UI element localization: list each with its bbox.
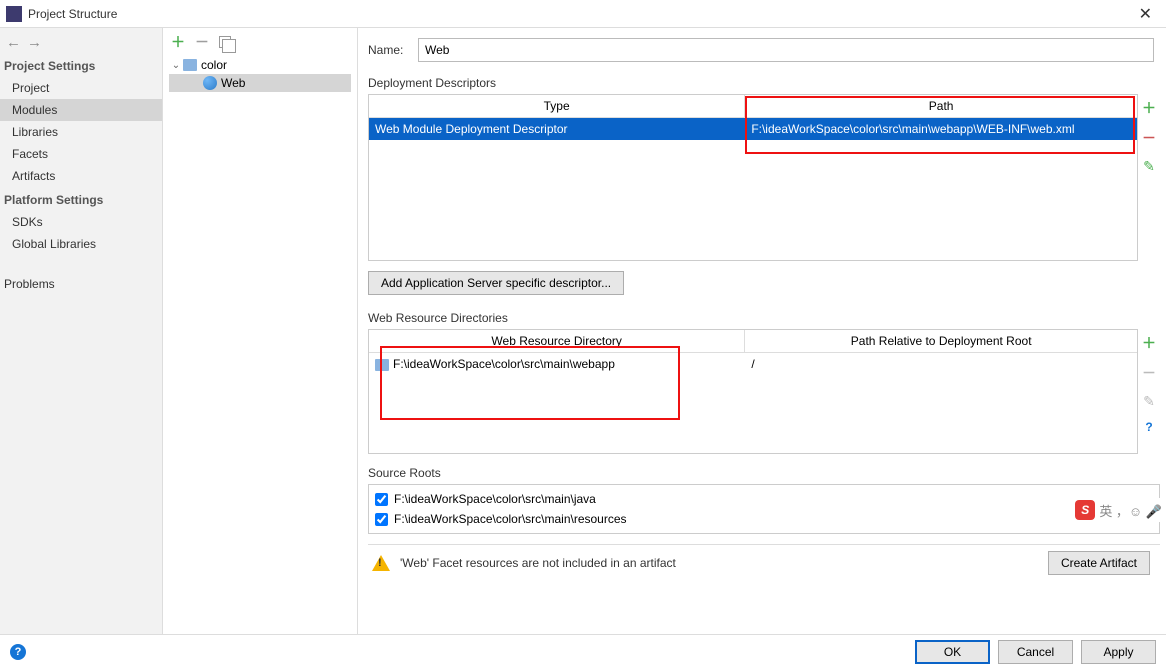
section-project-settings: Project Settings <box>0 53 162 77</box>
remove-resource-dir-icon[interactable]: － <box>1142 363 1156 383</box>
copy-module-icon[interactable] <box>219 36 231 48</box>
col-path-relative[interactable]: Path Relative to Deployment Root <box>745 330 1137 352</box>
sidebar-item-facets[interactable]: Facets <box>0 143 162 165</box>
close-button[interactable]: ✕ <box>1131 4 1160 24</box>
artifact-warning-message: 'Web' Facet resources are not included i… <box>400 556 1048 570</box>
app-icon <box>6 6 22 22</box>
tree-node-web[interactable]: Web <box>169 74 351 92</box>
source-root-item[interactable]: F:\ideaWorkSpace\color\src\main\java <box>369 489 1159 509</box>
folder-icon <box>183 59 197 71</box>
source-root-path: F:\ideaWorkSpace\color\src\main\java <box>394 492 596 506</box>
tree-node-color[interactable]: ⌄ color <box>169 56 351 74</box>
web-resource-directories-table: Web Resource Directory Path Relative to … <box>368 329 1138 454</box>
name-input[interactable] <box>418 38 1154 62</box>
deployment-descriptors-table: Type Path Web Module Deployment Descript… <box>368 94 1138 261</box>
source-root-item[interactable]: F:\ideaWorkSpace\color\src\main\resource… <box>369 509 1159 529</box>
add-descriptor-icon[interactable]: ＋ <box>1142 98 1156 118</box>
remove-module-icon[interactable]: － <box>195 32 209 52</box>
facet-content: Name: Deployment Descriptors Type Path W… <box>358 28 1166 634</box>
source-root-checkbox[interactable] <box>375 513 388 526</box>
name-label: Name: <box>368 43 418 57</box>
back-arrow-icon[interactable]: ← <box>6 34 21 51</box>
cell-type: Web Module Deployment Descriptor <box>369 118 745 140</box>
sidebar-item-project[interactable]: Project <box>0 77 162 99</box>
add-resource-dir-icon[interactable]: ＋ <box>1142 333 1156 353</box>
expand-arrow-icon[interactable]: ⌄ <box>169 60 183 71</box>
sidebar-item-artifacts[interactable]: Artifacts <box>0 165 162 187</box>
edit-descriptor-icon[interactable]: ✎ <box>1143 158 1155 175</box>
ime-floating-bar[interactable]: S 英 ，☺ 🎤 <box>1073 498 1164 522</box>
window-title: Project Structure <box>28 7 1131 21</box>
folder-icon <box>375 359 389 371</box>
edit-resource-dir-icon[interactable]: ✎ <box>1143 393 1155 410</box>
settings-sidebar: ← → Project Settings Project Modules Lib… <box>0 28 163 634</box>
ime-status-text: 英 ，☺ 🎤 <box>1099 501 1162 520</box>
sogou-ime-icon[interactable]: S <box>1075 500 1095 520</box>
source-root-path: F:\ideaWorkSpace\color\src\main\resource… <box>394 512 627 526</box>
create-artifact-button[interactable]: Create Artifact <box>1048 551 1150 575</box>
source-roots-label: Source Roots <box>368 466 1160 480</box>
sidebar-item-problems[interactable]: Problems <box>0 273 162 295</box>
sidebar-item-modules[interactable]: Modules <box>0 99 162 121</box>
web-resource-directories-label: Web Resource Directories <box>368 311 1160 325</box>
section-platform-settings: Platform Settings <box>0 187 162 211</box>
add-app-server-descriptor-button[interactable]: Add Application Server specific descript… <box>368 271 624 295</box>
cell-path: F:\ideaWorkSpace\color\src\main\webapp\W… <box>745 118 1137 140</box>
ok-button[interactable]: OK <box>915 640 990 664</box>
warning-icon <box>372 555 390 571</box>
tree-node-label: color <box>201 58 227 72</box>
col-type[interactable]: Type <box>369 95 745 117</box>
sidebar-item-global-libraries[interactable]: Global Libraries <box>0 233 162 255</box>
cell-relative-path: / <box>745 353 1137 375</box>
table-row[interactable]: Web Module Deployment Descriptor F:\idea… <box>369 118 1137 140</box>
sidebar-item-sdks[interactable]: SDKs <box>0 211 162 233</box>
cancel-button[interactable]: Cancel <box>998 640 1073 664</box>
sidebar-item-libraries[interactable]: Libraries <box>0 121 162 143</box>
apply-button[interactable]: Apply <box>1081 640 1156 664</box>
col-path[interactable]: Path <box>745 95 1137 117</box>
col-web-resource-directory[interactable]: Web Resource Directory <box>369 330 745 352</box>
web-facet-icon <box>203 76 217 90</box>
cell-directory: F:\ideaWorkSpace\color\src\main\webapp <box>369 353 745 375</box>
remove-descriptor-icon[interactable]: － <box>1142 128 1156 148</box>
add-module-icon[interactable]: ＋ <box>171 32 185 52</box>
module-tree-pane: ＋ － ⌄ color Web <box>163 28 358 634</box>
deployment-descriptors-label: Deployment Descriptors <box>368 76 1160 90</box>
table-row[interactable]: F:\ideaWorkSpace\color\src\main\webapp / <box>369 353 1137 375</box>
source-root-checkbox[interactable] <box>375 493 388 506</box>
tree-node-label: Web <box>221 76 245 90</box>
help-button[interactable]: ? <box>10 644 26 660</box>
forward-arrow-icon[interactable]: → <box>27 34 42 51</box>
help-icon[interactable]: ? <box>1145 420 1152 434</box>
